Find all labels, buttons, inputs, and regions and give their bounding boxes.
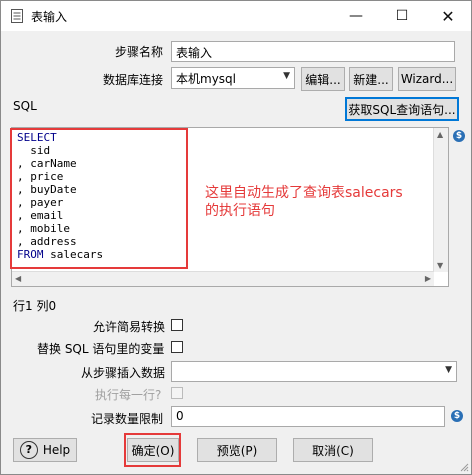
scroll-right-icon[interactable]: ▶	[425, 274, 431, 283]
minimize-icon[interactable]: —	[333, 1, 379, 31]
wizard-button[interactable]: Wizard...	[398, 67, 456, 91]
lazy-conversion-label: 允许简易转换	[93, 320, 166, 334]
insert-from-step-select[interactable]: ▼	[171, 361, 457, 382]
scroll-down-icon[interactable]: ▼	[437, 261, 443, 270]
scroll-left-icon[interactable]: ◀	[15, 274, 21, 283]
sql-label: SQL	[13, 99, 37, 113]
highlight-box	[10, 128, 188, 269]
help-button-label: Help	[42, 443, 71, 457]
resize-grip-icon[interactable]	[459, 462, 469, 472]
db-connection-value: 本机mysql	[176, 72, 236, 86]
new-connection-button[interactable]: 新建...	[349, 67, 393, 91]
maximize-icon[interactable]: ☐	[379, 1, 425, 31]
cursor-position: 行1 列0	[13, 299, 57, 313]
help-button[interactable]: ? Help	[13, 438, 77, 462]
variable-dollar-icon[interactable]: $	[453, 130, 465, 142]
question-icon: ?	[19, 441, 38, 459]
close-icon[interactable]: ✕	[425, 1, 471, 31]
variable-dollar-icon[interactable]: $	[451, 410, 463, 422]
title-bar: 表输入 — ☐ ✕	[1, 1, 471, 31]
step-name-input[interactable]: 表输入	[171, 41, 455, 62]
ok-highlight-box	[124, 433, 181, 467]
annotation-text: 这里自动生成了查询表salecars 的执行语句	[205, 184, 403, 220]
get-sql-button[interactable]: 获取SQL查询语句...	[345, 97, 459, 121]
chevron-down-icon: ▼	[445, 365, 452, 375]
annotation-line-1: 这里自动生成了查询表salecars	[205, 185, 403, 201]
cancel-button[interactable]: 取消(C)	[293, 438, 373, 462]
edit-connection-button[interactable]: 编辑...	[301, 67, 345, 91]
preview-button[interactable]: 预览(P)	[197, 438, 277, 462]
scroll-up-icon[interactable]: ▲	[437, 130, 443, 139]
db-connection-select[interactable]: 本机mysql ▼	[171, 67, 295, 89]
step-name-label: 步骤名称	[115, 45, 164, 59]
chevron-down-icon: ▼	[283, 71, 290, 81]
execute-each-row-checkbox[interactable]	[171, 387, 183, 399]
replace-variables-checkbox[interactable]	[171, 341, 183, 353]
dialog-window: 表输入 — ☐ ✕ 步骤名称 表输入 数据库连接 本机mysql ▼ 编辑...…	[0, 0, 472, 475]
window-title: 表输入	[31, 10, 68, 24]
limit-input[interactable]: 0	[171, 406, 445, 427]
replace-variables-label: 替换 SQL 语句里的变量	[37, 342, 165, 356]
annotation-line-2: 的执行语句	[205, 203, 275, 219]
limit-label: 记录数量限制	[91, 412, 164, 426]
db-connection-label: 数据库连接	[103, 73, 164, 87]
table-input-icon	[11, 9, 23, 23]
lazy-conversion-checkbox[interactable]	[171, 319, 183, 331]
execute-each-row-label: 执行每一行?	[95, 388, 162, 402]
vertical-scrollbar[interactable]: ▲ ▼	[433, 128, 448, 272]
horizontal-scrollbar[interactable]: ◀ ▶	[12, 271, 434, 286]
insert-from-step-label: 从步骤插入数据	[81, 366, 166, 380]
